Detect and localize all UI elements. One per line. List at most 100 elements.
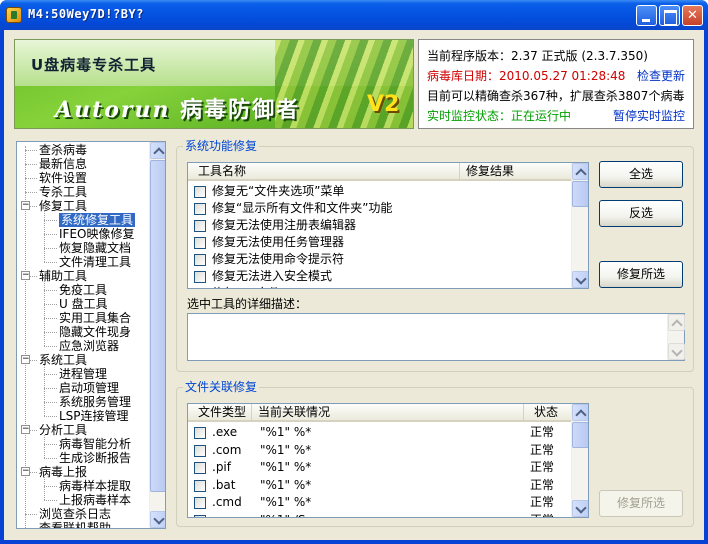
tree-item[interactable]: 病毒样本提取 — [59, 479, 131, 493]
tree-item[interactable]: 文件清理工具 — [59, 255, 131, 269]
tree-item[interactable]: 病毒智能分析 — [59, 437, 131, 451]
fileassoc-row[interactable]: .pif "%1" %* 正常 — [188, 459, 571, 476]
tree-item[interactable]: 实用工具集合 — [59, 311, 131, 325]
fileassoc-list-header: 文件类型 当前关联情况 状态 — [188, 404, 572, 422]
tree-item[interactable]: 生成诊断报告 — [59, 451, 131, 465]
sysfix-row[interactable]: 修复N...文件 — [188, 285, 571, 289]
row-checkbox[interactable] — [194, 462, 206, 474]
tree-item[interactable]: 应急浏览器 — [59, 339, 119, 353]
tree-connector — [44, 444, 57, 445]
sysfix-list[interactable]: 工具名称 修复结果 修复无“文件夹选项”菜单 修复“显示所有文件和文件夹”功能 修复… — [187, 162, 589, 289]
tree-item[interactable]: 恢复隐藏文档 — [59, 241, 131, 255]
tree-item[interactable]: 进程管理 — [59, 367, 107, 381]
tree-item[interactable]: 系统修复工具 — [59, 213, 136, 227]
row-checkbox[interactable] — [194, 514, 206, 517]
nav-tree[interactable]: 查杀病毒 最新信息 软件设置 专杀工具 修复工具 − 系统修复工具 IFEO映像修复 恢复隐藏文… — [16, 141, 166, 529]
invert-selection-button[interactable]: 反选 — [599, 200, 683, 227]
sysfix-scrollbar[interactable] — [571, 163, 588, 288]
tree-item[interactable]: 启动项管理 — [59, 381, 119, 395]
close-button[interactable]: ✕ — [682, 5, 703, 26]
tree-item[interactable]: 查杀病毒 — [39, 143, 87, 157]
row-checkbox[interactable] — [194, 271, 206, 283]
check-update-link[interactable]: 检查更新 — [637, 66, 685, 86]
tree-item[interactable]: 病毒上报 — [39, 465, 87, 479]
fileassoc-row[interactable]: .com "%1" %* 正常 — [188, 442, 571, 459]
description-scroll-up-button — [668, 314, 685, 331]
fix-selected-button[interactable]: 修复所选 — [599, 261, 683, 288]
tree-scroll-thumb[interactable] — [150, 160, 165, 492]
fileassoc-fix-selected-button[interactable]: 修复所选 — [599, 490, 683, 517]
col-file-type[interactable]: 文件类型 — [188, 404, 252, 421]
fileassoc-list[interactable]: 文件类型 当前关联情况 状态 .exe "%1" %* 正常 .com "%1" %* 正… — [187, 403, 589, 518]
sysfix-row[interactable]: 修复无法使用任务管理器 — [188, 234, 571, 251]
tree-scroll-down-button[interactable] — [150, 511, 165, 528]
sysfix-scroll-up-button[interactable] — [572, 163, 588, 180]
tree-item[interactable]: 分析工具 — [39, 423, 87, 437]
tree-scrollbar[interactable] — [149, 142, 165, 528]
sysfix-row[interactable]: 修复“显示所有文件和文件夹”功能 — [188, 200, 571, 217]
tree-item[interactable]: 辅助工具 — [39, 269, 87, 283]
tree-item[interactable]: 隐藏文件现身 — [59, 325, 131, 339]
pause-monitor-link[interactable]: 暂停实时监控 — [613, 106, 685, 126]
tree-collapse-toggle[interactable]: − — [21, 271, 30, 280]
tree-collapse-toggle[interactable]: − — [21, 467, 30, 476]
title-bar[interactable]: M4:50Wey7D!?BY? ✕ — [0, 0, 708, 30]
app-icon[interactable] — [6, 7, 22, 23]
row-checkbox[interactable] — [194, 237, 206, 249]
fileassoc-row[interactable]: .exe "%1" %* 正常 — [188, 424, 571, 441]
tree-item[interactable]: LSP连接管理 — [59, 409, 129, 423]
description-box[interactable] — [187, 313, 685, 361]
tree-item[interactable]: 系统工具 — [39, 353, 87, 367]
monitor-row: 实时监控状态：正在运行中 暂停实时监控 — [427, 106, 685, 126]
fileassoc-row[interactable]: .cmd "%1" %* 正常 — [188, 494, 571, 511]
sysfix-row[interactable]: 修复无法进入安全模式 — [188, 268, 571, 285]
sysfix-row[interactable]: 修复无“文件夹选项”菜单 — [188, 183, 571, 200]
row-checkbox[interactable] — [194, 427, 206, 439]
tree-item[interactable]: 上报病毒样本 — [59, 493, 131, 507]
tree-item[interactable]: 修复工具 — [39, 199, 87, 213]
sysfix-row[interactable]: 修复无法使用命令提示符 — [188, 251, 571, 268]
maximize-button[interactable] — [659, 5, 680, 26]
col-tool-name[interactable]: 工具名称 — [188, 163, 460, 180]
tree-item[interactable]: 免疫工具 — [59, 283, 107, 297]
tree-connector — [44, 500, 57, 501]
row-checkbox[interactable] — [194, 186, 206, 198]
tree-item[interactable]: IFEO映像修复 — [59, 227, 134, 241]
fileassoc-scroll-down-button[interactable] — [572, 500, 588, 517]
col-status[interactable]: 状态 — [524, 404, 572, 421]
row-checkbox[interactable] — [194, 479, 206, 492]
file-type: .bat — [212, 477, 236, 492]
sysfix-row[interactable]: 修复无法使用注册表编辑器 — [188, 217, 571, 234]
tree-collapse-toggle[interactable]: − — [21, 425, 30, 434]
tree-item[interactable]: 专杀工具 — [39, 185, 87, 199]
select-all-button[interactable]: 全选 — [599, 161, 683, 188]
col-fix-result[interactable]: 修复结果 — [460, 163, 572, 180]
fileassoc-scroll-thumb[interactable] — [572, 422, 588, 448]
tree-item[interactable]: 软件设置 — [39, 171, 87, 185]
tree-item[interactable]: 系统服务管理 — [59, 395, 131, 409]
tree-item[interactable]: 浏览查杀日志 — [39, 507, 111, 521]
tree-item[interactable]: 最新信息 — [39, 157, 87, 171]
tree-connector — [44, 374, 57, 375]
tree-item[interactable]: U 盘工具 — [59, 297, 108, 311]
fileassoc-scroll-up-button[interactable] — [572, 404, 588, 421]
row-checkbox[interactable] — [194, 203, 206, 215]
fileassoc-row[interactable]: .bat "%1" %* 正常 — [188, 477, 571, 494]
row-checkbox[interactable] — [194, 254, 206, 266]
tree-scroll-up-button[interactable] — [150, 142, 165, 159]
sysfix-scroll-down-button[interactable] — [572, 271, 588, 288]
row-checkbox[interactable] — [194, 497, 206, 509]
minimize-button[interactable] — [636, 5, 657, 26]
fileassoc-row[interactable]: .scr "%1" /S 正常 — [188, 512, 571, 517]
row-checkbox[interactable] — [194, 288, 206, 289]
tree-item[interactable]: 查看联机帮助 — [39, 521, 111, 528]
fileassoc-scrollbar[interactable] — [571, 404, 588, 517]
tool-name: 修复无“文件夹选项”菜单 — [212, 184, 345, 198]
tree-collapse-toggle[interactable]: − — [21, 201, 30, 210]
col-current-association[interactable]: 当前关联情况 — [252, 404, 524, 421]
row-checkbox[interactable] — [194, 444, 206, 457]
tree-collapse-toggle[interactable]: − — [21, 355, 30, 364]
tree-connector — [44, 318, 57, 319]
row-checkbox[interactable] — [194, 220, 206, 232]
sysfix-scroll-thumb[interactable] — [572, 181, 588, 207]
